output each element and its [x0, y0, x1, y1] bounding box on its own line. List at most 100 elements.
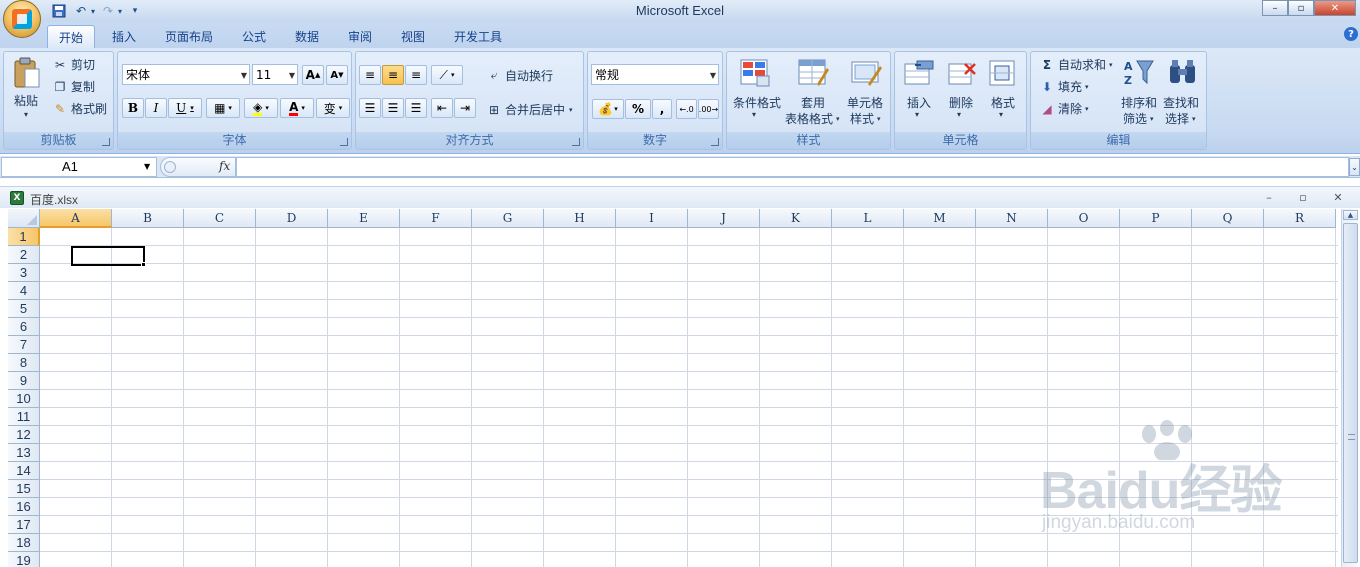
format-as-table-label-1[interactable]: 套用 — [801, 94, 825, 111]
number-format-select[interactable]: 常规 ▼ — [591, 64, 719, 85]
cell-styles-label-1[interactable]: 单元格 — [847, 94, 883, 111]
column-header[interactable]: Q — [1192, 209, 1264, 228]
column-header[interactable]: G — [472, 209, 544, 228]
sort-filter-button[interactable]: 筛选 ▾ — [1123, 110, 1154, 127]
tab-page-layout[interactable]: 页面布局 — [156, 25, 222, 48]
column-header[interactable]: C — [184, 209, 256, 228]
name-box-dropdown-icon[interactable]: ▼ — [144, 162, 150, 171]
accounting-format-button[interactable]: 💰 ▾ — [592, 99, 624, 119]
column-header[interactable]: N — [976, 209, 1048, 228]
insert-cells-icon[interactable] — [903, 58, 935, 88]
expand-formula-bar-button[interactable]: ⌄ — [1349, 158, 1360, 176]
maximize-button[interactable]: ▫ — [1288, 0, 1314, 16]
column-header[interactable]: A — [40, 209, 112, 228]
borders-button[interactable]: ▦ ▾ — [206, 98, 240, 118]
increase-indent-button[interactable]: ⇥ — [454, 98, 476, 118]
row-header[interactable]: 2 — [8, 246, 40, 264]
row-header[interactable]: 14 — [8, 462, 40, 480]
office-button[interactable] — [3, 0, 41, 38]
copy-button[interactable]: ❐ 复制 — [52, 78, 95, 95]
tab-insert[interactable]: 插入 — [100, 25, 148, 48]
workbook-minimize-button[interactable]: – — [1258, 189, 1280, 205]
close-button[interactable]: ✕ — [1314, 0, 1356, 16]
cell-styles-button[interactable]: 样式 ▾ — [850, 110, 881, 127]
scroll-up-icon[interactable]: ▲ — [1343, 210, 1358, 220]
alignment-dialog-launcher[interactable] — [572, 138, 580, 146]
phonetic-button[interactable]: 变 ▾ — [316, 98, 350, 118]
tab-data[interactable]: 数据 — [283, 25, 331, 48]
active-cell[interactable] — [71, 246, 145, 266]
workbook-close-button[interactable]: ✕ — [1327, 189, 1349, 205]
align-bottom-button[interactable]: ≡ — [405, 65, 427, 85]
row-header[interactable]: 7 — [8, 336, 40, 354]
sort-filter-icon[interactable]: AZ — [1123, 57, 1155, 87]
row-header[interactable]: 4 — [8, 282, 40, 300]
percent-button[interactable]: % — [625, 99, 651, 119]
tab-home[interactable]: 开始 — [47, 25, 95, 48]
align-left-button[interactable]: ☰ — [359, 98, 381, 118]
row-header[interactable]: 11 — [8, 408, 40, 426]
row-header[interactable]: 10 — [8, 390, 40, 408]
column-header[interactable]: F — [400, 209, 472, 228]
format-painter-button[interactable]: ✎ 格式刷 — [52, 100, 107, 117]
formula-input[interactable] — [236, 157, 1349, 177]
clipboard-dialog-launcher[interactable] — [102, 138, 110, 146]
italic-button[interactable]: I — [145, 98, 167, 118]
column-header[interactable]: D — [256, 209, 328, 228]
vertical-scrollbar[interactable]: ▲ — [1341, 209, 1358, 567]
align-middle-button[interactable]: ≡ — [382, 65, 404, 85]
column-header[interactable]: K — [760, 209, 832, 228]
clear-button[interactable]: ◢ 清除 ▾ — [1039, 100, 1088, 117]
underline-button[interactable]: U ▾ — [168, 98, 202, 118]
insert-dropdown-icon[interactable]: ▾ — [915, 110, 919, 119]
delete-cells-icon[interactable] — [947, 58, 979, 88]
minimize-button[interactable]: – — [1262, 0, 1288, 16]
format-cells-button[interactable]: 格式 — [991, 94, 1015, 111]
comma-button[interactable]: , — [652, 99, 672, 119]
row-header[interactable]: 3 — [8, 264, 40, 282]
insert-function-button[interactable]: fx — [219, 159, 230, 173]
binoculars-icon[interactable] — [1167, 57, 1199, 87]
column-header[interactable]: L — [832, 209, 904, 228]
font-name-select[interactable]: 宋体 ▼ — [122, 64, 250, 85]
cell-styles-icon[interactable] — [850, 58, 882, 88]
column-header[interactable]: P — [1120, 209, 1192, 228]
align-right-button[interactable]: ☰ — [405, 98, 427, 118]
column-header[interactable]: I — [616, 209, 688, 228]
cut-button[interactable]: ✂ 剪切 — [52, 56, 95, 73]
autosum-button[interactable]: Σ 自动求和 ▾ — [1039, 56, 1113, 73]
wrap-text-button[interactable]: ⤶ 自动换行 — [486, 67, 553, 84]
conditional-format-dropdown-icon[interactable]: ▾ — [752, 110, 756, 119]
sort-filter-label-1[interactable]: 排序和 — [1121, 94, 1157, 111]
paste-dropdown-icon[interactable]: ▾ — [24, 110, 28, 119]
select-all-button[interactable] — [8, 209, 40, 228]
tab-developer[interactable]: 开发工具 — [444, 25, 512, 48]
column-header[interactable]: H — [544, 209, 616, 228]
number-dialog-launcher[interactable] — [711, 138, 719, 146]
increase-decimal-button[interactable]: ←.0 — [676, 99, 697, 119]
bold-button[interactable]: B — [122, 98, 144, 118]
delete-cells-button[interactable]: 删除 — [949, 94, 973, 111]
row-header[interactable]: 13 — [8, 444, 40, 462]
conditional-format-icon[interactable] — [739, 58, 771, 88]
row-header[interactable]: 16 — [8, 498, 40, 516]
find-select-label-1[interactable]: 查找和 — [1163, 94, 1199, 111]
format-dropdown-icon[interactable]: ▾ — [999, 110, 1003, 119]
tab-view[interactable]: 视图 — [389, 25, 437, 48]
row-header[interactable]: 8 — [8, 354, 40, 372]
row-header[interactable]: 17 — [8, 516, 40, 534]
orientation-button[interactable]: ⟋ ▾ — [431, 65, 463, 85]
scrollbar-thumb[interactable] — [1343, 223, 1358, 563]
column-header[interactable]: J — [688, 209, 760, 228]
row-header[interactable]: 19 — [8, 552, 40, 567]
fill-button[interactable]: ⬇ 填充 ▾ — [1039, 78, 1089, 95]
font-size-select[interactable]: 11 ▼ — [252, 64, 298, 85]
column-header[interactable]: M — [904, 209, 976, 228]
formula-bar-resize-handle[interactable] — [164, 161, 176, 173]
column-header[interactable]: E — [328, 209, 400, 228]
format-cells-icon[interactable] — [987, 58, 1019, 88]
row-header[interactable]: 15 — [8, 480, 40, 498]
insert-cells-button[interactable]: 插入 — [907, 94, 931, 111]
row-header[interactable]: 12 — [8, 426, 40, 444]
delete-dropdown-icon[interactable]: ▾ — [957, 110, 961, 119]
